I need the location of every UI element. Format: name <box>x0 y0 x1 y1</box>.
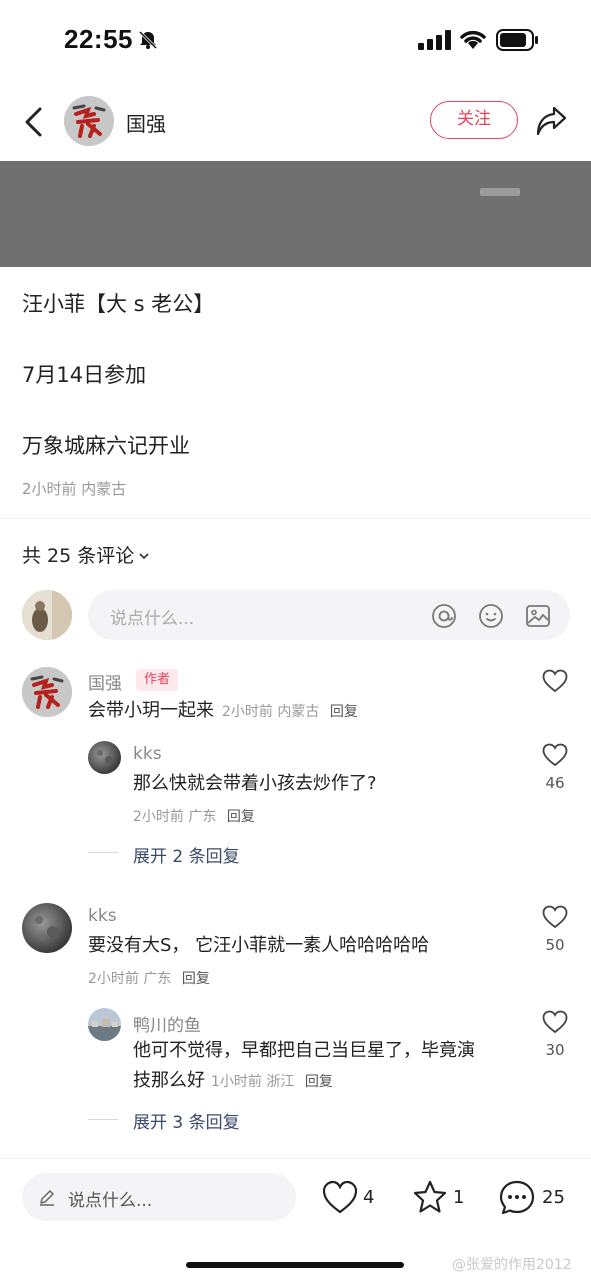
comment-body: 会带小玥一起来 <box>88 700 214 721</box>
home-indicator[interactable] <box>186 1262 404 1268</box>
follow-button[interactable]: 关注 <box>430 101 518 139</box>
author-avatar[interactable] <box>64 96 114 146</box>
post-text-line: 万象城麻六记开业 <box>22 434 190 458</box>
reply-text-line: 他可不觉得，早都把自己当巨星了，毕竟演 <box>133 1040 475 1061</box>
reply-time: 1小时前 <box>211 1074 262 1090</box>
post-media[interactable] <box>0 161 591 267</box>
like-heart-icon[interactable] <box>322 1180 358 1216</box>
author-name[interactable]: 国强 <box>126 108 166 137</box>
reply-author[interactable]: kks <box>133 744 162 764</box>
comment-location: 内蒙古 <box>277 704 320 720</box>
expand-divider <box>88 852 118 853</box>
media-indicator <box>480 188 520 196</box>
like-count: 50 <box>545 936 565 954</box>
reply-avatar[interactable] <box>88 741 121 774</box>
heart-icon[interactable] <box>542 1010 568 1034</box>
emoji-icon[interactable] <box>478 603 504 629</box>
reply-meta: 1小时前 浙江 回复 <box>211 1074 333 1090</box>
reply-text: 技那么好 1小时前 浙江 回复 <box>133 1066 333 1097</box>
expand-replies-button[interactable]: 展开 2 条回复 <box>133 842 240 867</box>
bell-muted-icon <box>138 30 158 50</box>
author-avatar-image <box>64 96 114 146</box>
author-badge: 作者 <box>136 669 179 691</box>
comment-input-placeholder: 说点什么... <box>110 609 195 629</box>
reply-avatar-image <box>88 1008 121 1041</box>
post-text-line: 7月14日参加 <box>22 363 147 387</box>
share-icon[interactable] <box>534 104 568 138</box>
expand-replies-button[interactable]: 展开 3 条回复 <box>133 1108 240 1133</box>
my-avatar-image <box>22 590 72 640</box>
reply-text-line: 技那么好 <box>133 1070 205 1091</box>
heart-icon[interactable] <box>542 905 568 929</box>
battery-icon <box>496 29 538 51</box>
comment-avatar-image <box>22 667 72 717</box>
comment-author[interactable]: kks <box>88 906 117 926</box>
bottom-input-placeholder: 说点什么... <box>68 1191 153 1211</box>
like-count: 30 <box>545 1041 565 1059</box>
wifi-icon <box>460 30 486 49</box>
reply-avatar[interactable] <box>88 1008 121 1041</box>
comment-author[interactable]: 国强 <box>88 669 122 694</box>
post-text-line: 汪小菲【大 s 老公】 <box>22 292 215 316</box>
comment-input[interactable]: 说点什么... <box>88 590 570 640</box>
comment-time: 2小时前 <box>222 704 273 720</box>
comment-count-bottom: 25 <box>542 1187 565 1208</box>
reply-button[interactable]: 回复 <box>305 1074 333 1090</box>
reply-time: 2小时前 <box>133 809 184 825</box>
cellular-signal-icon <box>418 30 451 50</box>
expand-divider <box>88 1119 118 1120</box>
status-bar: 22:55 <box>0 0 591 80</box>
comment-time: 2小时前 <box>88 971 139 987</box>
reply-avatar-image <box>88 741 121 774</box>
comment-meta: 2小时前 广东 回复 <box>88 968 210 988</box>
comment-meta: 2小时前 内蒙古 回复 <box>222 704 358 720</box>
pencil-icon <box>40 1190 54 1206</box>
reply-text: 那么快就会带着小孩去炒作了? <box>133 773 377 794</box>
image-icon[interactable] <box>525 603 551 629</box>
reply-meta: 2小时前 广东 回复 <box>133 806 255 826</box>
chevron-down-icon <box>139 553 149 560</box>
watermark: @张爱的作用2012 <box>452 1257 572 1273</box>
heart-icon[interactable] <box>542 669 568 693</box>
comment-count-label: 共 25 条评论 <box>22 545 135 567</box>
post-meta: 2小时前 内蒙古 <box>22 480 127 498</box>
reply-author[interactable]: 鸭川的鱼 <box>133 1011 201 1036</box>
reply-button[interactable]: 回复 <box>330 704 358 720</box>
bottom-comment-input[interactable]: 说点什么... <box>22 1173 296 1221</box>
heart-icon[interactable] <box>542 743 568 767</box>
my-avatar <box>22 590 72 640</box>
comment-text: 会带小玥一起来 2小时前 内蒙古 回复 <box>88 696 358 727</box>
reply-location: 广东 <box>188 809 217 825</box>
mention-icon[interactable] <box>431 603 457 629</box>
reply-button[interactable]: 回复 <box>182 971 210 987</box>
status-time: 22:55 <box>64 24 133 54</box>
post-header: 国强 关注 <box>0 90 591 154</box>
like-count: 46 <box>545 774 565 792</box>
comment-avatar[interactable] <box>22 903 72 953</box>
comment-avatar[interactable] <box>22 667 72 717</box>
comment-count-toggle[interactable]: 共 25 条评论 <box>22 541 150 568</box>
divider <box>0 518 591 519</box>
back-icon[interactable] <box>22 106 44 138</box>
favorite-star-icon[interactable] <box>412 1179 448 1215</box>
comment-text: 要没有大S， 它汪小菲就一素人哈哈哈哈哈 <box>88 935 430 956</box>
bottom-bar-divider <box>0 1158 591 1159</box>
reply-location: 浙江 <box>266 1074 295 1090</box>
reply-button[interactable]: 回复 <box>227 809 255 825</box>
comment-avatar-image <box>22 903 72 953</box>
comment-location: 广东 <box>143 971 172 987</box>
favorite-count: 1 <box>453 1187 465 1208</box>
like-count-bottom: 4 <box>363 1187 375 1208</box>
comment-bubble-icon[interactable] <box>499 1180 535 1216</box>
